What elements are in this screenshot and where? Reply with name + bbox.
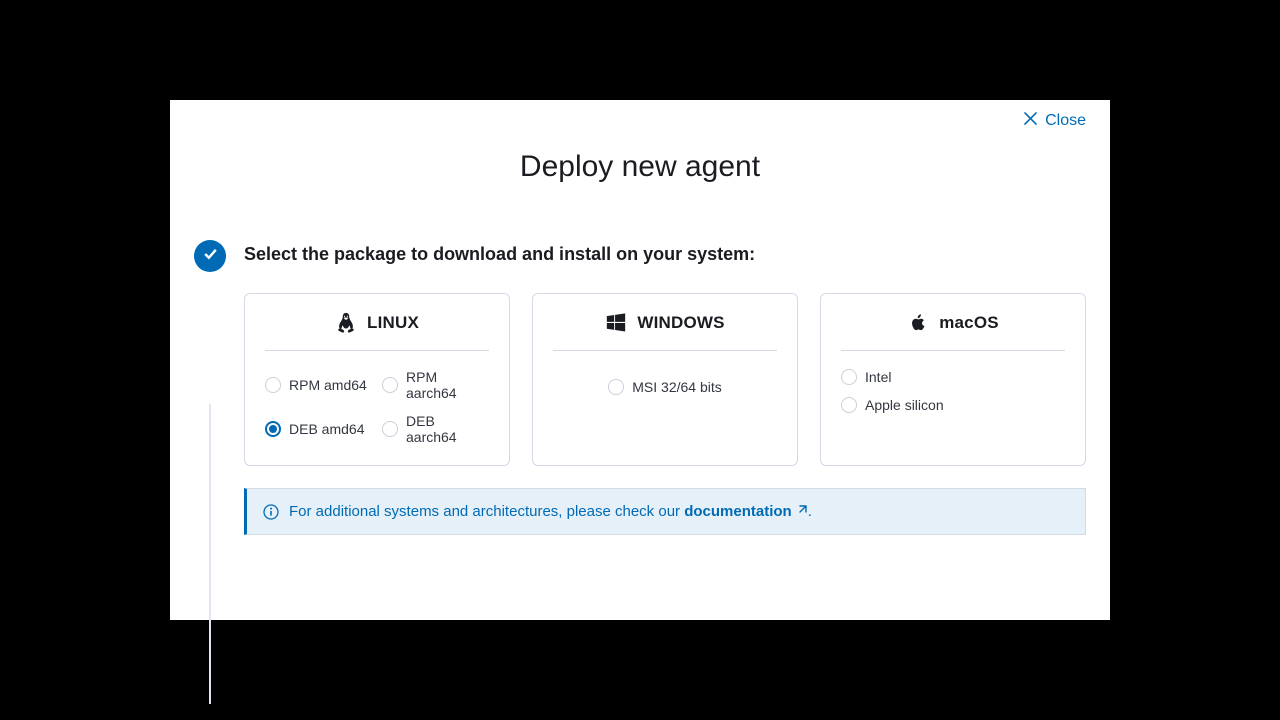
option-rpm-aarch64[interactable]: RPM aarch64 <box>382 369 489 401</box>
option-label: RPM aarch64 <box>406 369 489 401</box>
radio-icon <box>608 379 624 395</box>
option-label: RPM amd64 <box>289 377 367 393</box>
windows-options: MSI 32/64 bits <box>553 369 777 405</box>
deploy-agent-panel: Close Deploy new agent Select the packag… <box>170 100 1110 620</box>
radio-icon <box>382 377 398 393</box>
os-label: LINUX <box>367 313 419 333</box>
os-cards: LINUX RPM amd64 RPM aarch64 <box>244 293 1086 466</box>
step-connector-line <box>209 404 211 704</box>
callout-prefix: For additional systems and architectures… <box>289 503 684 520</box>
close-label: Close <box>1045 112 1086 130</box>
os-card-windows: WINDOWS MSI 32/64 bits <box>532 293 798 466</box>
link-label: documentation <box>684 503 792 520</box>
check-icon <box>202 245 219 267</box>
apple-icon <box>907 312 929 334</box>
step-body: Select the package to download and insta… <box>244 244 1086 535</box>
radio-icon <box>265 421 281 437</box>
radio-icon <box>841 369 857 385</box>
callout-suffix: . <box>808 503 812 520</box>
step-title: Select the package to download and insta… <box>244 244 1086 265</box>
page-title: Deploy new agent <box>170 150 1110 184</box>
os-label: WINDOWS <box>637 313 724 333</box>
close-icon <box>1024 112 1037 130</box>
info-icon <box>263 504 279 520</box>
external-link-icon <box>796 503 808 520</box>
linux-options: RPM amd64 RPM aarch64 DEB amd64 DEB <box>265 369 489 445</box>
step-complete-badge <box>194 240 226 272</box>
os-card-macos: macOS Intel Apple silicon <box>820 293 1086 466</box>
windows-icon <box>605 312 627 334</box>
radio-icon <box>382 421 398 437</box>
os-label: macOS <box>939 313 999 333</box>
os-card-header: macOS <box>841 312 1065 351</box>
step-select-package: Select the package to download and insta… <box>170 244 1110 535</box>
radio-icon <box>841 397 857 413</box>
os-card-linux: LINUX RPM amd64 RPM aarch64 <box>244 293 510 466</box>
close-button[interactable]: Close <box>1024 112 1086 130</box>
os-card-header: WINDOWS <box>553 312 777 351</box>
option-label: DEB amd64 <box>289 421 364 437</box>
option-label: Intel <box>865 369 891 385</box>
callout-text: For additional systems and architectures… <box>289 503 812 520</box>
option-label: MSI 32/64 bits <box>632 379 722 395</box>
radio-icon <box>265 377 281 393</box>
documentation-link[interactable]: documentation <box>684 503 808 520</box>
option-deb-aarch64[interactable]: DEB aarch64 <box>382 413 489 445</box>
option-msi[interactable]: MSI 32/64 bits <box>608 379 722 395</box>
option-label: Apple silicon <box>865 397 944 413</box>
info-callout: For additional systems and architectures… <box>244 488 1086 535</box>
option-deb-amd64[interactable]: DEB amd64 <box>265 413 372 445</box>
option-label: DEB aarch64 <box>406 413 489 445</box>
option-rpm-amd64[interactable]: RPM amd64 <box>265 369 372 401</box>
option-intel[interactable]: Intel <box>841 369 1065 385</box>
option-apple-silicon[interactable]: Apple silicon <box>841 397 1065 413</box>
linux-icon <box>335 312 357 334</box>
macos-options: Intel Apple silicon <box>841 369 1065 413</box>
os-card-header: LINUX <box>265 312 489 351</box>
